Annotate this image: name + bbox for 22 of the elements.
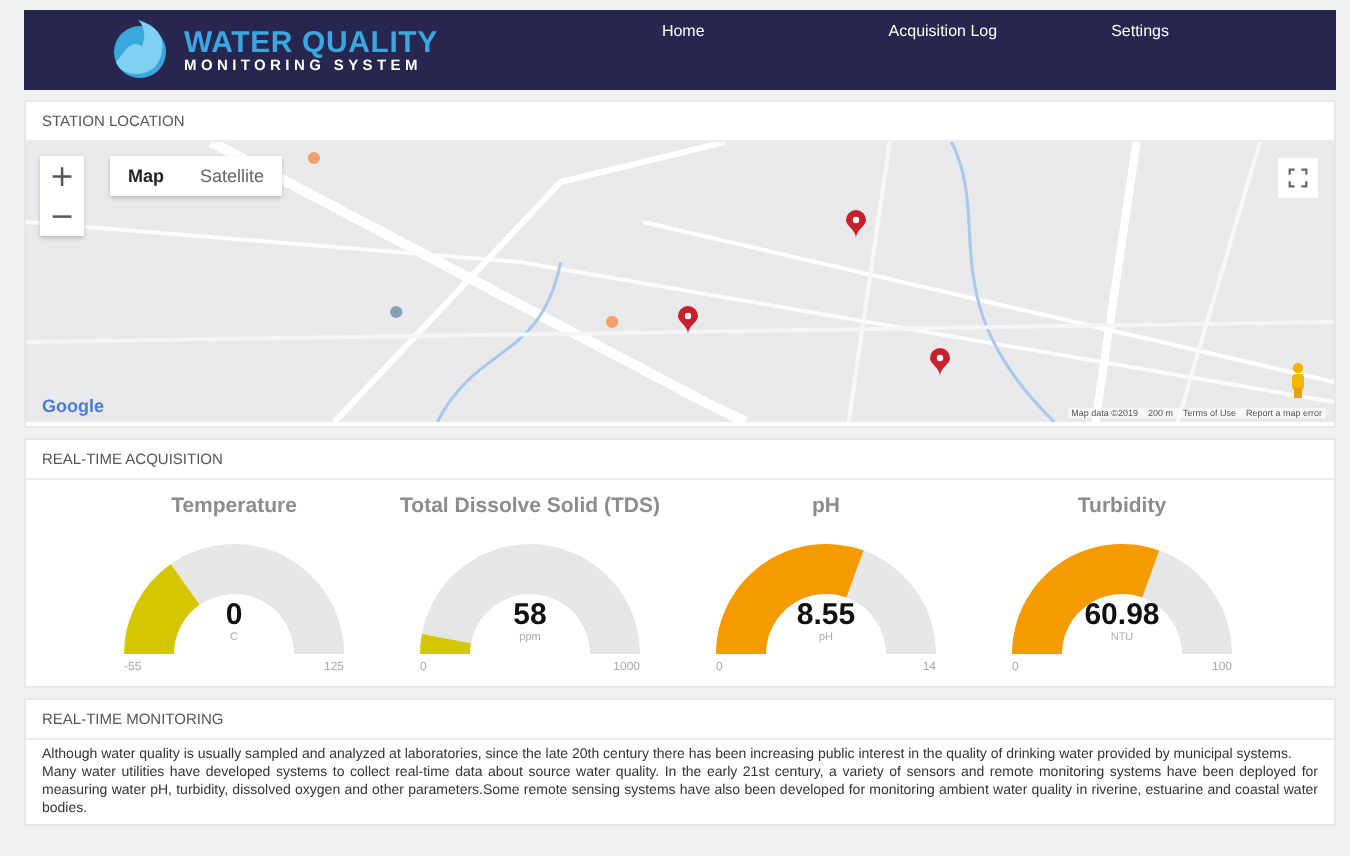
nav-link[interactable]: Home xyxy=(661,21,705,39)
gauge-title: pH xyxy=(812,494,840,518)
nav-link[interactable]: Acquisition Log xyxy=(888,21,998,39)
fullscreen-button[interactable] xyxy=(1278,158,1318,198)
google-logo: Google xyxy=(42,396,104,416)
gauge-value: 58 xyxy=(511,600,549,630)
nav-link[interactable]: Settings xyxy=(1111,21,1169,39)
map-type-tab[interactable]: Map xyxy=(110,156,182,196)
zoom-in-button[interactable]: + xyxy=(40,156,84,196)
gauge-title: Total Dissolve Solid (TDS) xyxy=(400,494,660,518)
map-pin-icon[interactable] xyxy=(846,210,866,238)
logo-title: WATER QUALITY xyxy=(184,27,438,58)
map-pin-icon[interactable] xyxy=(930,348,950,376)
gauge-value: 8.55 xyxy=(794,600,858,630)
gauge-value: 60.98 xyxy=(1082,600,1162,630)
gauge-value: 0 xyxy=(223,600,245,630)
fullscreen-icon xyxy=(1288,168,1308,188)
gauge-title: Turbidity xyxy=(1077,494,1167,518)
gauge-title: Temperature xyxy=(171,494,297,518)
map-pin-icon[interactable] xyxy=(678,306,698,334)
zoom-out-button[interactable]: − xyxy=(40,196,84,236)
map-type-tab[interactable]: Satellite xyxy=(182,156,283,196)
